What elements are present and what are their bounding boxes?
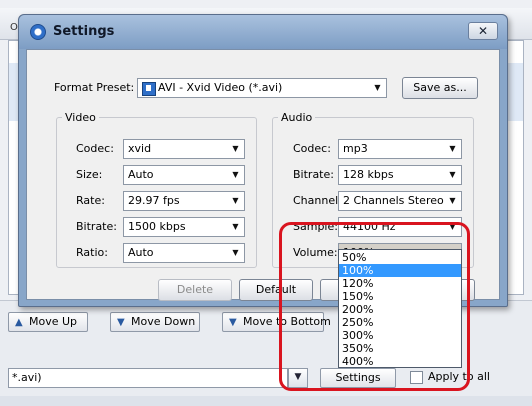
- chevron-down-icon: ▼: [449, 196, 456, 205]
- move-down-label: Move Down: [131, 315, 196, 328]
- output-format-field[interactable]: *.avi): [8, 368, 288, 388]
- audio-channel-label: Channel:: [293, 194, 342, 207]
- audio-group-legend: Audio: [278, 111, 316, 124]
- video-codec-value: xvid: [128, 142, 152, 155]
- audio-codec-value: mp3: [343, 142, 368, 155]
- move-up-button[interactable]: ▲ Move Up: [8, 312, 88, 332]
- video-rate-select[interactable]: 29.97 fps ▼: [123, 191, 245, 211]
- dialog-titlebar[interactable]: Settings ✕: [19, 15, 507, 49]
- chevron-down-icon: ▼: [374, 83, 381, 92]
- video-rate-value: 29.97 fps: [128, 194, 180, 207]
- video-ratio-value: Auto: [128, 246, 154, 259]
- video-bitrate-label: Bitrate:: [76, 220, 117, 233]
- audio-codec-select[interactable]: mp3 ▼: [338, 139, 462, 159]
- move-up-label: Move Up: [29, 315, 78, 328]
- arrow-down-bottom-icon: ▼: [229, 317, 237, 328]
- format-preset-label: Format Preset:: [54, 81, 135, 94]
- chevron-down-icon: ▼: [232, 196, 239, 205]
- video-size-label: Size:: [76, 168, 103, 181]
- app-logo-icon: [30, 24, 46, 40]
- move-down-button[interactable]: ▼ Move Down: [110, 312, 200, 332]
- arrow-down-icon: ▼: [117, 317, 125, 328]
- video-ratio-label: Ratio:: [76, 246, 108, 259]
- chevron-down-icon: ▼: [232, 144, 239, 153]
- format-preset-value: AVI - Xvid Video (*.avi): [158, 81, 283, 94]
- arrow-up-icon: ▲: [15, 317, 23, 328]
- delete-button[interactable]: Delete: [158, 279, 232, 301]
- film-icon: [142, 82, 156, 96]
- background-status-strip: [0, 396, 532, 406]
- video-bitrate-select[interactable]: 1500 kbps ▼: [123, 217, 245, 237]
- audio-bitrate-value: 128 kbps: [343, 168, 394, 181]
- video-codec-label: Codec:: [76, 142, 114, 155]
- chevron-down-icon: ▼: [232, 170, 239, 179]
- video-group-legend: Video: [62, 111, 99, 124]
- close-icon: ✕: [477, 24, 489, 38]
- video-size-value: Auto: [128, 168, 154, 181]
- audio-channel-select[interactable]: 2 Channels Stereo ▼: [338, 191, 462, 211]
- video-codec-select[interactable]: xvid ▼: [123, 139, 245, 159]
- video-ratio-select[interactable]: Auto ▼: [123, 243, 245, 263]
- chevron-down-icon: ▼: [232, 248, 239, 257]
- chevron-down-icon: ▼: [232, 222, 239, 231]
- audio-codec-label: Codec:: [293, 142, 331, 155]
- video-bitrate-value: 1500 kbps: [128, 220, 186, 233]
- chevron-down-icon: ▼: [449, 170, 456, 179]
- video-size-select[interactable]: Auto ▼: [123, 165, 245, 185]
- save-as-button[interactable]: Save as...: [402, 77, 478, 99]
- highlight-annotation: [279, 222, 470, 391]
- audio-bitrate-select[interactable]: 128 kbps ▼: [338, 165, 462, 185]
- dialog-title: Settings: [53, 24, 115, 39]
- chevron-down-icon: ▼: [449, 144, 456, 153]
- audio-channel-value: 2 Channels Stereo: [343, 194, 444, 207]
- close-button[interactable]: ✕: [468, 22, 498, 40]
- format-preset-select[interactable]: AVI - Xvid Video (*.avi) ▼: [137, 78, 387, 98]
- video-rate-label: Rate:: [76, 194, 105, 207]
- audio-bitrate-label: Bitrate:: [293, 168, 334, 181]
